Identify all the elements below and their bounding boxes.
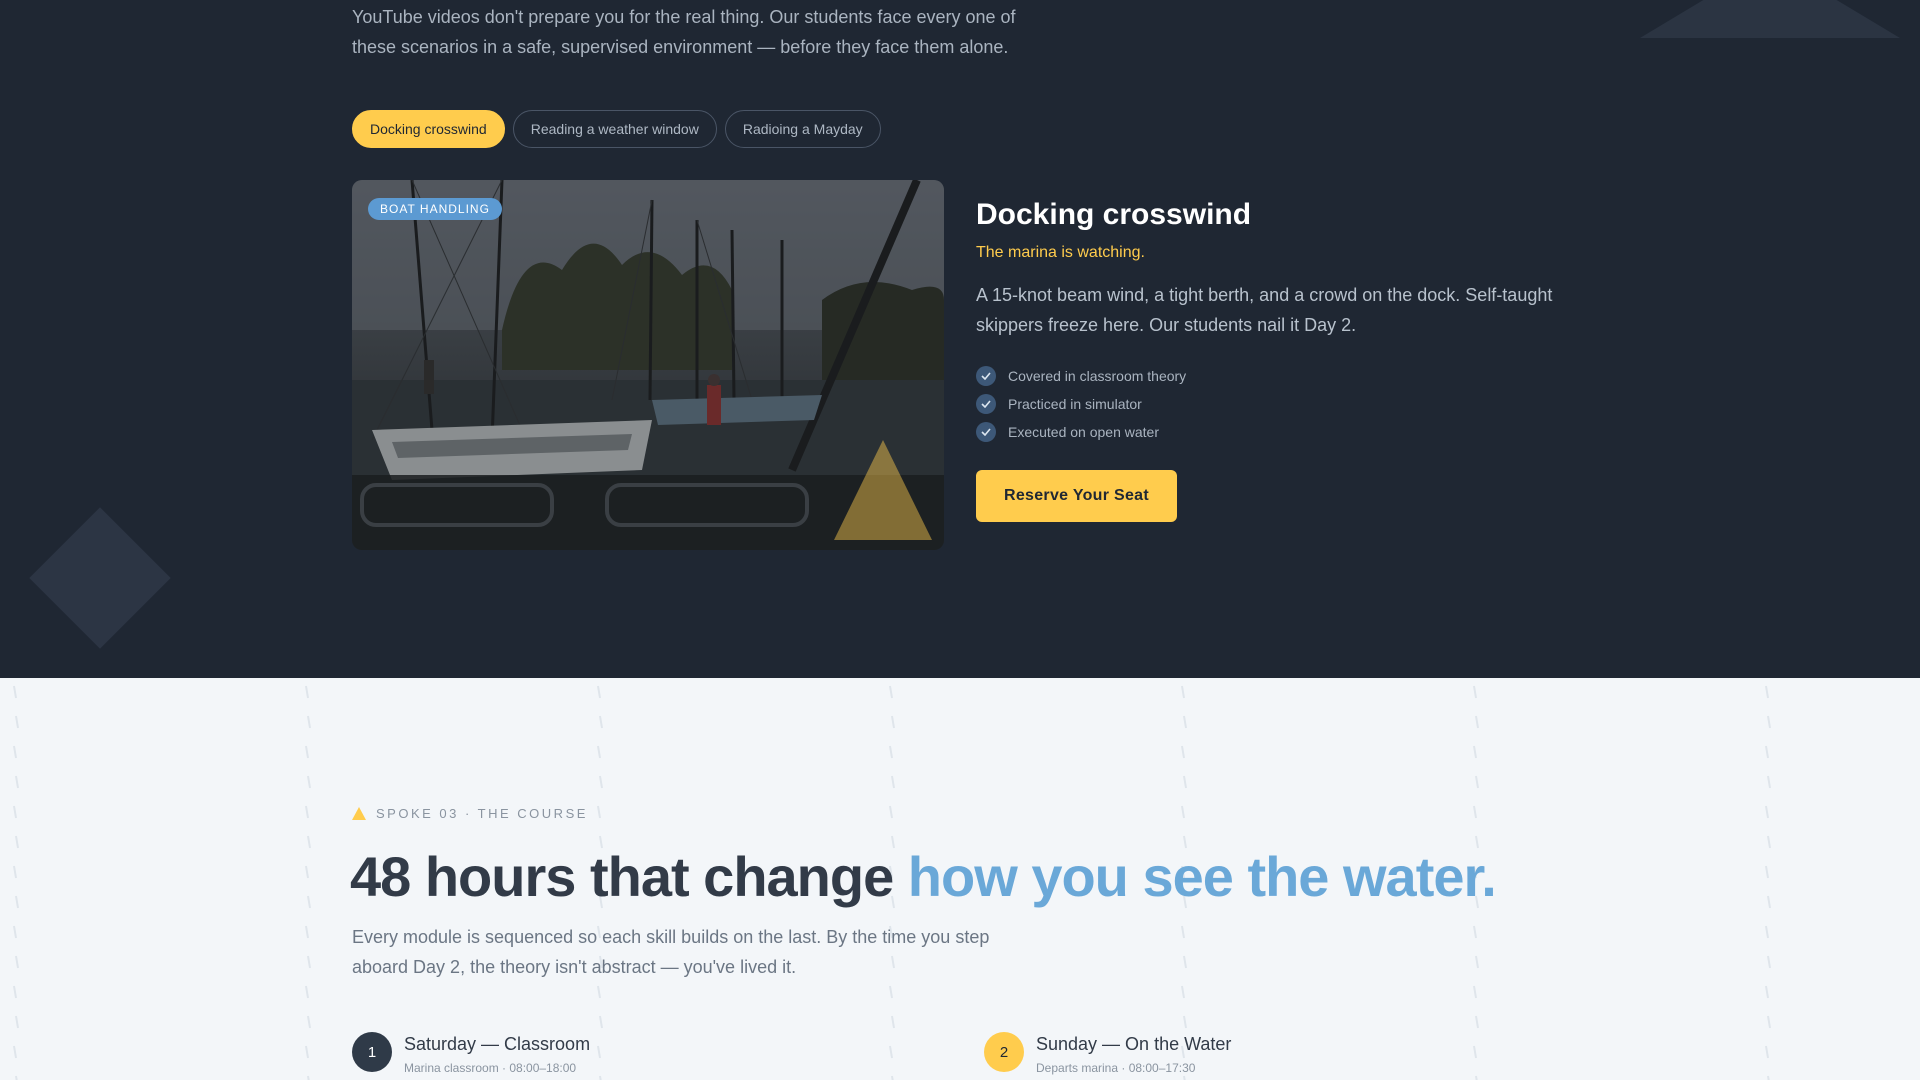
- scenario-tabs: Docking crosswind Reading a weather wind…: [352, 110, 881, 148]
- headline-text: 48 hours that change: [350, 845, 894, 908]
- scenario-category-badge: BOAT HANDLING: [368, 198, 502, 220]
- checklist-label: Practiced in simulator: [1008, 396, 1142, 412]
- checklist-label: Covered in classroom theory: [1008, 368, 1187, 384]
- tab-reading-weather-window[interactable]: Reading a weather window: [512, 110, 717, 148]
- section-eyebrow: SPOKE 03 · THE COURSE: [352, 806, 588, 821]
- scenario-image: BOAT HANDLING: [352, 180, 944, 550]
- day-number: 1: [352, 1032, 392, 1072]
- day-meta: Departs marina · 08:00–17:30: [1036, 1061, 1196, 1075]
- day-title: Sunday — On the Water: [1036, 1034, 1232, 1054]
- course-section: SPOKE 03 · THE COURSE 48 hours that chan…: [0, 678, 1920, 1080]
- reserve-seat-button[interactable]: Reserve Your Seat: [976, 470, 1177, 522]
- course-lead: Every module is sequenced so each skill …: [352, 927, 990, 977]
- course-days: 1 Saturday — Classroom Marina classroom …: [352, 1032, 1352, 1080]
- day-number: 2: [984, 1032, 1024, 1072]
- day-title: Saturday — Classroom: [404, 1034, 591, 1054]
- day-item: 2 Sunday — On the Water Departs marina ·…: [984, 1032, 1231, 1075]
- course-headline: 48 hours that change how you see the wat…: [350, 844, 1497, 910]
- scenario-title: Docking crosswind: [976, 198, 1252, 231]
- tab-docking-crosswind[interactable]: Docking crosswind: [352, 110, 505, 148]
- check-icon: [976, 366, 996, 386]
- tab-radioing-mayday[interactable]: Radioing a Mayday: [724, 110, 881, 148]
- headline-accent: how you see the water.: [907, 845, 1497, 908]
- checklist-item: Practiced in simulator: [976, 390, 1576, 418]
- checklist-label: Executed on open water: [1008, 424, 1159, 440]
- check-icon: [976, 422, 996, 442]
- checklist-item: Executed on open water: [976, 418, 1576, 446]
- scenario-checklist: Covered in classroom theory Practiced in…: [976, 362, 1576, 446]
- decorative-diamond: [29, 507, 171, 649]
- scenarios-section: YouTube videos don't prepare you for the…: [0, 0, 1920, 678]
- scenario-tagline: The marina is watching.: [976, 244, 1145, 261]
- decorative-triangle: [1640, 0, 1900, 38]
- checklist-item: Covered in classroom theory: [976, 362, 1576, 390]
- day-item: 1 Saturday — Classroom Marina classroom …: [352, 1032, 590, 1075]
- triangle-icon: [352, 807, 366, 820]
- scenarios-intro: YouTube videos don't prepare you for the…: [352, 7, 1016, 57]
- eyebrow-label: SPOKE 03 · THE COURSE: [376, 806, 588, 821]
- day-meta: Marina classroom · 08:00–18:00: [404, 1061, 577, 1075]
- scenario-description: A 15-knot beam wind, a tight berth, and …: [976, 285, 1553, 335]
- check-icon: [976, 394, 996, 414]
- scenario-detail: Docking crosswind The marina is watching…: [976, 196, 1576, 522]
